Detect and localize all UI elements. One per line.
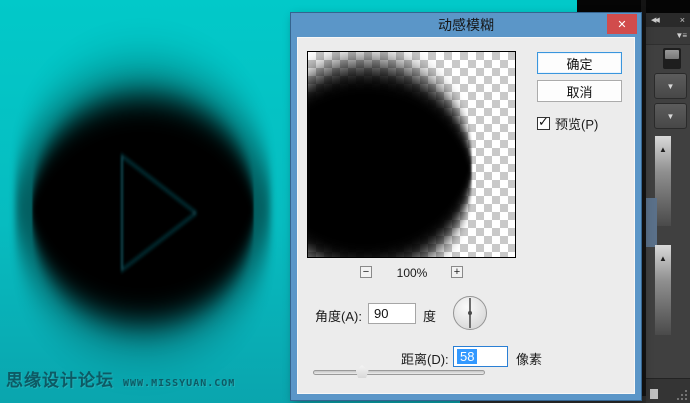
preview-checkbox-label: 预览(P) bbox=[555, 117, 599, 132]
ok-button[interactable]: 确定 bbox=[537, 52, 622, 74]
chevron-up-icon: ▲ bbox=[659, 254, 667, 263]
photoshop-screen: 思缘设计论坛 WWW.MISSYUAN.COM ◀◀ × ▼≡ ▼ ▼ ▲ ▲ … bbox=[0, 0, 690, 403]
preview-checkbox-row: ✓ 预览(P) bbox=[537, 114, 598, 133]
resize-grip-icon[interactable] bbox=[677, 390, 687, 400]
collapse-panel-icon[interactable]: ◀◀ bbox=[651, 17, 660, 24]
distance-label: 距离(D): bbox=[401, 352, 449, 367]
distance-input[interactable]: 58 bbox=[453, 346, 508, 367]
layers-panel: ◀◀ × ▼≡ ▼ ▼ ▲ ▲ bbox=[646, 13, 690, 403]
dialog-titlebar[interactable]: 动感模糊 ✕ bbox=[291, 13, 641, 37]
angle-dial[interactable] bbox=[453, 296, 487, 330]
panel-selection bbox=[646, 198, 657, 247]
check-icon: ✓ bbox=[538, 114, 549, 129]
watermark-site-name: 思缘设计论坛 bbox=[6, 371, 114, 391]
preview-image bbox=[308, 63, 472, 257]
chevron-up-icon: ▲ bbox=[659, 145, 667, 154]
preview-checkbox[interactable]: ✓ bbox=[537, 114, 550, 130]
dialog-title: 动感模糊 bbox=[438, 17, 494, 33]
panel-menu-row: ▼≡ bbox=[646, 27, 690, 45]
panel-header: ◀◀ × bbox=[646, 13, 690, 27]
blur-preview[interactable] bbox=[307, 51, 516, 258]
angle-input[interactable] bbox=[368, 303, 416, 324]
panel-spinner-2[interactable]: ▲ bbox=[655, 245, 671, 335]
distance-selected-text: 58 bbox=[457, 349, 478, 364]
angle-dial-center bbox=[468, 311, 472, 315]
app-background bbox=[577, 0, 690, 13]
plus-icon: + bbox=[453, 265, 461, 278]
distance-slider-thumb[interactable] bbox=[355, 365, 369, 378]
panel-footer bbox=[646, 378, 690, 403]
blend-toggle[interactable] bbox=[663, 48, 681, 69]
close-button[interactable]: ✕ bbox=[607, 14, 637, 34]
chevron-down-icon: ▼ bbox=[666, 111, 675, 121]
watermark-url: WWW.MISSYUAN.COM bbox=[123, 378, 236, 389]
distance-slider[interactable] bbox=[313, 365, 485, 378]
motion-blur-dialog: 动感模糊 ✕ − 100% + 角度(A): 度 距离(D): bbox=[291, 13, 641, 400]
panel-spinner-1[interactable]: ▲ bbox=[655, 136, 671, 226]
zoom-out-button[interactable]: − bbox=[360, 266, 372, 278]
panel-menu-icon[interactable]: ▼≡ bbox=[675, 31, 687, 40]
zoom-level: 100% bbox=[396, 266, 428, 280]
close-panel-icon[interactable]: × bbox=[680, 15, 685, 25]
chevron-down-icon: ▼ bbox=[666, 81, 675, 91]
dialog-content: − 100% + 角度(A): 度 距离(D): 58 像素 确定 取消 ✓ bbox=[297, 37, 635, 394]
close-icon: ✕ bbox=[617, 18, 627, 31]
panel-dropdown-2[interactable]: ▼ bbox=[654, 103, 687, 129]
panel-dropdown-1[interactable]: ▼ bbox=[654, 73, 687, 99]
watermark: 思缘设计论坛 WWW.MISSYUAN.COM bbox=[6, 366, 235, 391]
cancel-button[interactable]: 取消 bbox=[537, 80, 622, 102]
distance-unit: 像素 bbox=[516, 352, 543, 367]
new-layer-icon[interactable] bbox=[650, 389, 658, 399]
angle-unit: 度 bbox=[423, 309, 437, 324]
minus-icon: − bbox=[362, 265, 370, 278]
angle-label: 角度(A): bbox=[315, 309, 362, 324]
zoom-in-button[interactable]: + bbox=[451, 266, 463, 278]
